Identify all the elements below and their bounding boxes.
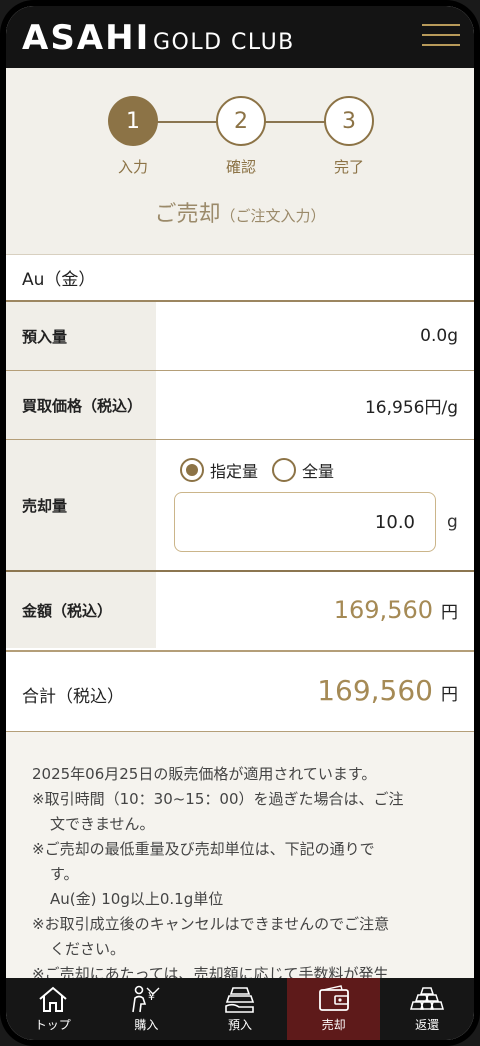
amount-unit: 円 [441,602,458,623]
logo-main: ASAHI [22,18,151,58]
step-2-label: 確認 [225,158,256,176]
nav-return-label: 返還 [415,1018,440,1032]
radio-specified-label[interactable]: 指定量 [210,458,258,482]
note-line: 文できません。 [50,815,155,833]
quantity-input[interactable] [174,492,436,552]
total-row: 合計（税込） 169,560 円 [6,650,474,732]
amount-row: 金額（税込） 169,560 円 [6,572,474,648]
amount-value: 169,560 [333,596,433,624]
quantity-row: 売却量 指定量 全量 g [6,440,474,572]
logo-sub: GOLD CLUB [153,30,295,55]
nav-sell[interactable]: 売却 [286,978,381,1040]
metal-type: Au（金） [6,254,474,302]
step-3-circle: 3 [324,96,374,146]
radio-specified[interactable] [180,458,204,482]
home-icon [39,986,67,1012]
price-label: 買取価格（税込） [6,371,156,439]
notes: 2025年06月25日の販売価格が適用されています。 ※取引時間（10：30~1… [6,732,474,992]
deposit-row: 預入量 0.0g [6,302,474,371]
note-line: す。 [50,865,79,883]
step-3-label: 完了 [333,158,364,176]
page-title-main: ご売却 [154,202,221,227]
note-line: ※ご売却の最低重量及び売却単位は、下記の通りで [32,840,375,858]
wallet-icon [318,985,349,1011]
nav-deposit-label: 預入 [227,1018,252,1032]
amount-label: 金額（税込） [6,572,156,648]
step-1-label: 入力 [117,158,148,176]
price-value: 16,956円/g [364,397,458,418]
note-line: Au(金) 10g以上0.1g単位 [50,890,224,908]
total-unit: 円 [441,685,458,705]
note-line: 2025年06月25日の販売価格が適用されています。 [32,765,377,783]
note-line: ※取引時間（10：30~15：00）を過ぎた場合は、ご注 [32,790,404,808]
app-header: ASAHI GOLD CLUB [6,6,474,68]
hamburger-icon[interactable] [420,20,462,52]
amount-value-wrap: 169,560 円 [334,572,458,648]
quantity-label: 売却量 [6,440,156,570]
note-line: ※お取引成立後のキャンセルはできませんのでご注意 [32,915,390,933]
radio-all[interactable] [272,458,297,482]
radio-all-label[interactable]: 全量 [302,458,334,482]
nav-purchase[interactable]: ¥ 購入 [100,978,194,1040]
total-label: 合計（税込） [22,687,124,707]
price-row: 買取価格（税込） 16,956円/g [6,371,474,440]
nav-top-label: トップ [34,1018,71,1032]
page-title: ご売却（ご注文入力） [6,196,474,228]
deposit-label: 預入量 [6,302,156,370]
bottom-nav: トップ ¥ 購入 預入 売却 返還 [6,978,474,1040]
page-title-sub: （ご注文入力） [220,207,326,225]
step-1-circle: 1 [108,96,158,146]
step-indicator: 1 2 3 入力 確認 完了 ご売却（ご注文入力） [6,68,474,254]
nav-top[interactable]: トップ [6,978,100,1040]
total-value-wrap: 169,560 円 [317,674,458,707]
deposit-value: 0.0g [420,326,458,346]
nav-sell-label: 売却 [321,1018,346,1032]
step-2-circle: 2 [216,96,266,146]
screen: ASAHI GOLD CLUB 1 2 3 入力 確認 完了 ご売却（ご注文入力… [6,6,474,1040]
nav-deposit[interactable]: 預入 [193,978,287,1040]
nav-return[interactable]: 返還 [380,978,474,1040]
total-value: 169,560 [317,674,433,707]
gold-bars-icon [410,987,445,1010]
quantity-mode-group: 指定量 全量 [180,458,348,482]
phone-frame: ASAHI GOLD CLUB 1 2 3 入力 確認 完了 ご売却（ご注文入力… [0,0,480,1046]
step-connector [261,121,331,123]
note-line: ください。 [50,940,126,958]
nav-purchase-label: 購入 [134,1018,159,1032]
purchase-icon: ¥ [132,985,160,1013]
deposit-icon [225,987,255,1013]
quantity-unit: g [447,512,458,532]
